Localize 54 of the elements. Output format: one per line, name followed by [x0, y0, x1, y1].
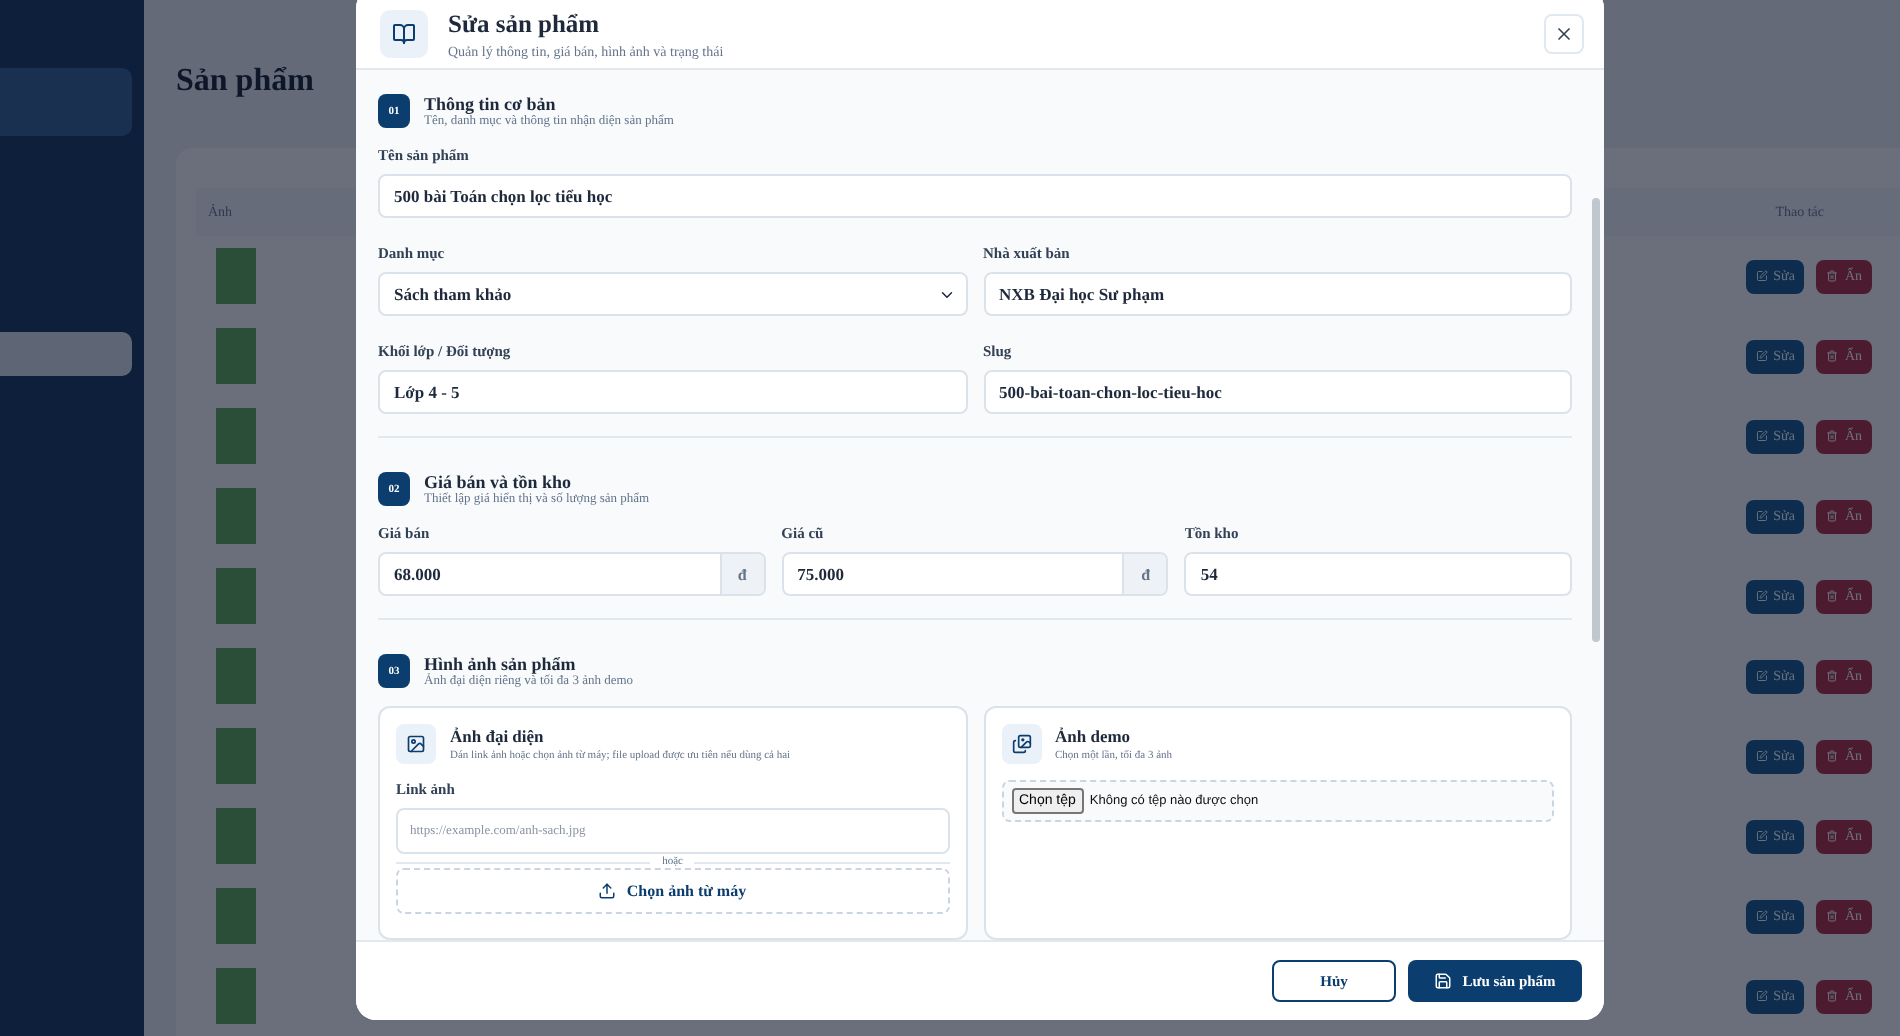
trash-icon [1826, 910, 1839, 922]
edit-icon [1755, 430, 1768, 442]
scrollbar-thumb[interactable] [1592, 198, 1600, 642]
text-field[interactable]: 54 [1184, 552, 1572, 596]
text-field[interactable]: 500 bài Toán chọn lọc tiểu học [378, 174, 1572, 218]
book-cover-thumbnail [216, 968, 256, 1024]
close-button[interactable] [1544, 14, 1584, 54]
edit-icon [1755, 510, 1768, 522]
trash-icon [1826, 670, 1839, 682]
section-title: Thông tin cơ bản [424, 94, 558, 114]
card-title: Ảnh demo [1055, 726, 1133, 746]
book-cover-thumbnail [216, 808, 256, 864]
book-cover-thumbnail [216, 728, 256, 784]
edit-icon [1755, 910, 1768, 922]
trash-icon [1826, 830, 1839, 842]
book-cover-thumbnail [216, 248, 256, 304]
page-title: Sản phẩm [176, 64, 316, 100]
edit-icon [1755, 670, 1768, 682]
text-field[interactable]: 500-bai-toan-chon-loc-tieu-hoc [983, 370, 1572, 414]
trash-icon [1826, 350, 1839, 362]
edit-icon [1755, 590, 1768, 602]
edit-icon [1755, 270, 1768, 282]
upload-icon [598, 882, 617, 900]
trash-icon [1826, 590, 1839, 602]
trash-icon [1826, 510, 1839, 522]
text-field[interactable]: Lớp 4 - 5 [378, 370, 967, 414]
currency-suffix: đ [719, 554, 764, 594]
trash-icon [1826, 430, 1839, 442]
book-cover-thumbnail [216, 568, 256, 624]
price-field[interactable]: 68.000 đ [378, 552, 766, 596]
book-cover-thumbnail [216, 328, 256, 384]
book-cover-thumbnail [216, 408, 256, 464]
trash-icon [1826, 750, 1839, 762]
dialog-title: Sửa sản phẩm [448, 9, 602, 39]
edit-icon [1755, 830, 1768, 842]
edit-icon [1755, 350, 1768, 362]
section-title: Giá bán và tồn kho [424, 472, 574, 492]
currency-suffix: đ [1122, 554, 1167, 594]
card-title: Ảnh đại diện [450, 726, 546, 746]
edit-icon [1755, 750, 1768, 762]
price-field[interactable]: 75.000 đ [781, 552, 1169, 596]
upload-image-button[interactable]: Chọn ảnh từ máy [396, 868, 949, 914]
category-select[interactable]: Sách tham khảo [378, 272, 967, 316]
book-cover-thumbnail [216, 488, 256, 544]
section-title: Hình ảnh sản phẩm [424, 654, 578, 674]
close-icon [1554, 24, 1574, 44]
trash-icon [1826, 270, 1839, 282]
book-cover-thumbnail [216, 888, 256, 944]
text-field[interactable]: NXB Đại học Sư phạm [983, 272, 1572, 316]
sidebar-item[interactable] [0, 332, 132, 376]
trash-icon [1826, 990, 1839, 1002]
save-icon [1434, 972, 1453, 990]
edit-icon [1755, 990, 1768, 1002]
book-cover-thumbnail [216, 648, 256, 704]
